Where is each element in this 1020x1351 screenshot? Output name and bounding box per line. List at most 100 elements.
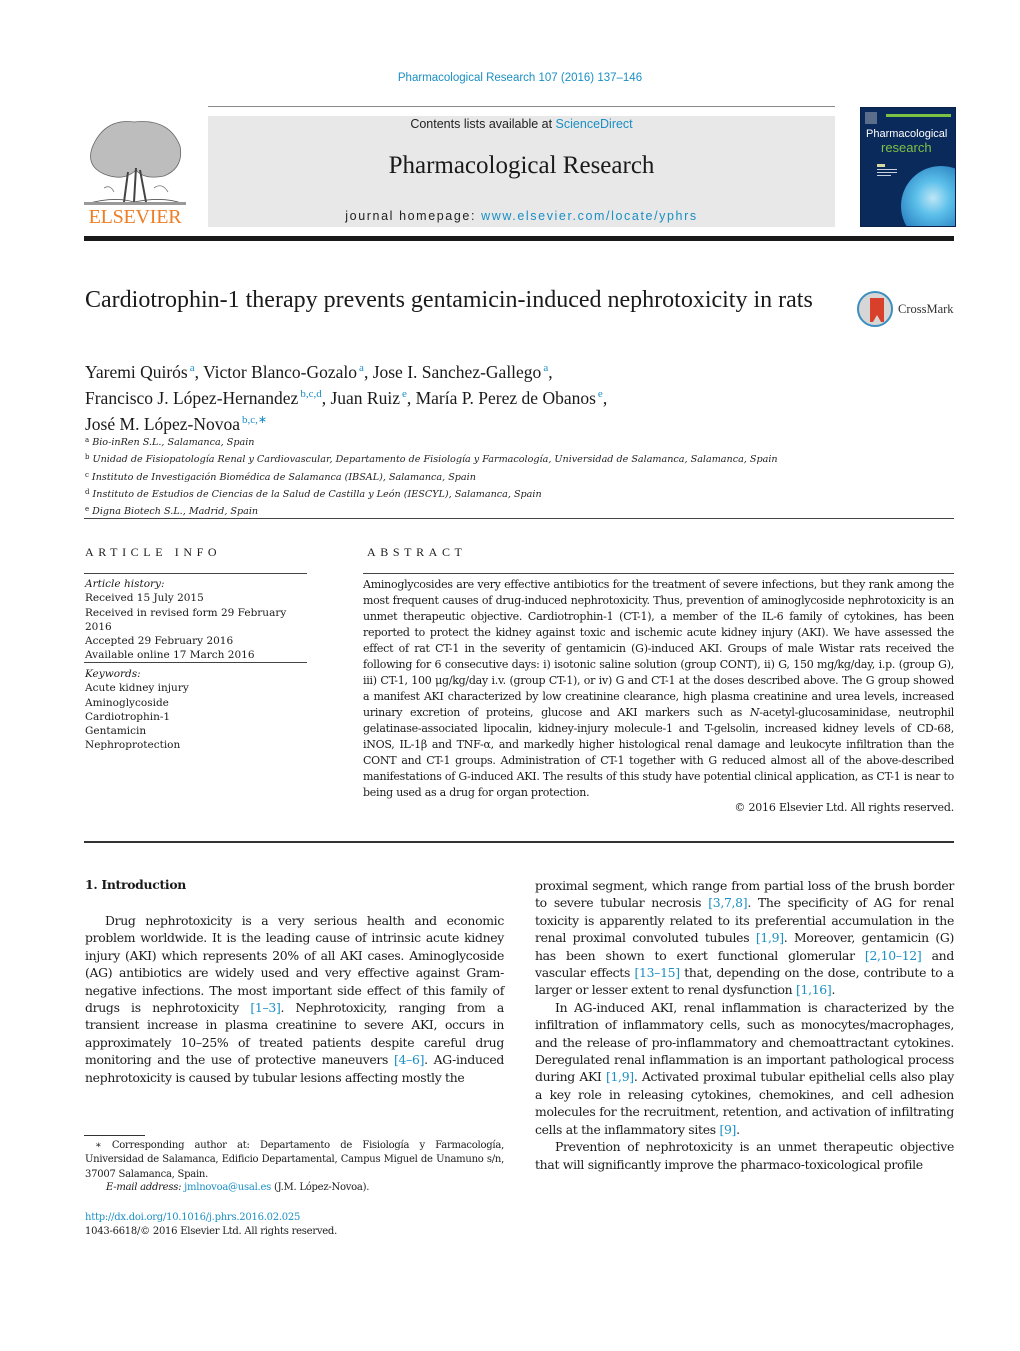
author-affiliation-marker[interactable]: b,c,∗ [242, 414, 267, 426]
author-separator: , [548, 362, 553, 382]
affiliation-item: d Instituto de Estudios de Ciencias de la… [85, 485, 955, 502]
author[interactable]: María P. Perez de Obanos e [416, 388, 603, 408]
author[interactable]: Jose I. Sanchez-Gallego a [373, 362, 549, 382]
crossmark-ribbon-notch [873, 315, 881, 322]
affiliation-text: Instituto de Investigación Biomédica de … [91, 471, 476, 483]
author[interactable]: Victor Blanco-Gozalo a [203, 362, 364, 382]
elsevier-logo-text: ELSEVIER [88, 206, 182, 228]
author-name: Francisco J. López-Hernandez [85, 388, 299, 408]
body-column-right: proximal segment, which range from parti… [535, 877, 954, 1173]
issn-copyright: 1043-6618/© 2016 Elsevier Ltd. All right… [85, 1226, 338, 1237]
keywords-divider [84, 662, 307, 663]
header-top-rule [208, 106, 835, 107]
history-revised: Received in revised form 29 February 201… [85, 606, 287, 633]
email-label: E-mail address: [106, 1182, 185, 1193]
paragraph-text: . [736, 1121, 740, 1137]
history-received: Received 15 July 2015 [85, 592, 204, 605]
affiliation-item: b Unidad de Fisiopatología Renal y Cardio… [85, 450, 955, 467]
header-bottom-rule [84, 236, 954, 241]
citation-ref-link[interactable]: [1,9] [756, 930, 784, 945]
paragraph: Prevention of nephrotoxicity is an unmet… [535, 1138, 954, 1173]
keyword-item: Acute kidney injury [85, 682, 189, 695]
keyword-item: Gentamicin [85, 725, 147, 738]
journal-homepage-link[interactable]: www.elsevier.com/locate/yphrs [481, 209, 698, 223]
affiliation-text: Bio-inRen S.L., Salamanca, Spain [92, 437, 255, 448]
citation-ref-link[interactable]: [13–15] [634, 965, 680, 980]
homepage-label: journal homepage: [345, 209, 482, 223]
paragraph: proximal segment, which range from parti… [535, 877, 954, 999]
affiliation-key: a [85, 436, 90, 444]
keyword-item: Nephroprotection [85, 739, 181, 752]
citation-ref-link[interactable]: [1,16] [796, 982, 832, 997]
crossmark-icon [857, 291, 893, 327]
author-name: María P. Perez de Obanos [415, 388, 596, 408]
cover-society-logo-icon [877, 164, 897, 176]
article-history-label: Article history: [85, 578, 165, 590]
affiliation-key: d [85, 487, 90, 496]
paragraph-text: Prevention of nephrotoxicity is an unmet… [535, 1139, 954, 1172]
author[interactable]: Yaremi Quirós a [85, 362, 195, 382]
author-separator: , [363, 362, 373, 382]
crossmark-label: CrossMark [898, 302, 954, 316]
citation-ref-link[interactable]: [3,7,8] [708, 895, 747, 910]
paragraph: Drug nephrotoxicity is a very serious he… [85, 912, 504, 1086]
affiliation-item: e Digna Biotech S.L., Madrid, Spain [85, 502, 955, 519]
citation-ref-link[interactable]: [1–3] [250, 1000, 280, 1015]
citation-ref-link[interactable]: [1,9] [606, 1069, 634, 1084]
crossmark-button[interactable]: CrossMark [857, 291, 957, 329]
paragraph: In AG-induced AKI, renal inflammation is… [535, 999, 954, 1138]
author-separator: , [602, 388, 608, 408]
citation-ref-link[interactable]: [9] [719, 1122, 736, 1137]
author-affiliation-marker[interactable]: b,c,d [300, 388, 321, 400]
affiliations-divider [84, 518, 954, 519]
abstract-text: Aminoglycosides are very effective antib… [363, 577, 954, 801]
sciencedirect-link[interactable]: ScienceDirect [556, 117, 633, 131]
body-divider [84, 841, 954, 843]
author-separator: , [194, 362, 204, 382]
journal-title: Pharmacological Research [388, 152, 655, 179]
history-online: Available online 17 March 2016 [85, 649, 255, 662]
abstract-heading: ABSTRACT [367, 545, 467, 559]
cover-title-line2: research [881, 140, 932, 155]
email-suffix: (J.M. López-Novoa). [271, 1182, 370, 1193]
paragraph-text: . [831, 982, 836, 998]
affiliation-item: c Instituto de Investigación Biomédica de… [85, 468, 955, 485]
affiliation-key: c [85, 470, 89, 479]
journal-homepage-line: journal homepage: www.elsevier.com/locat… [208, 209, 835, 223]
article-title: Cardiotrophin-1 therapy prevents gentami… [85, 287, 813, 313]
author-list: Yaremi Quirós a, Victor Blanco-Gozalo a, J… [85, 357, 845, 435]
journal-cover-image[interactable]: Pharmacological research [860, 107, 956, 227]
author[interactable]: José M. López-Novoa b,c,∗ [85, 414, 267, 434]
cover-elsevier-badge-icon [865, 112, 877, 124]
keywords-label: Keywords: [85, 668, 141, 680]
contents-label: Contents lists available at [410, 117, 556, 131]
corresponding-author-footnote: ∗ Corresponding author at: Departamento … [85, 1140, 504, 1180]
cover-globe-graphic [901, 166, 955, 226]
email-link[interactable]: jmlnovoa@usal.es [184, 1182, 271, 1193]
abstract-text-part: Aminoglycosides are very effective antib… [363, 578, 954, 719]
article-history: Article history: Received 15 July 2015 R… [85, 577, 315, 663]
citation-ref-link[interactable]: [4–6] [394, 1052, 424, 1067]
keyword-item: Aminoglycoside [85, 696, 169, 709]
author-name: Juan Ruiz [330, 388, 400, 408]
affiliation-item: a Bio-inRen S.L., Salamanca, Spain [85, 433, 955, 450]
email-footnote: E-mail address: jmlnovoa@usal.es (J.M. L… [106, 1182, 369, 1193]
author[interactable]: Juan Ruiz e [330, 388, 406, 408]
keywords-list: Keywords: Acute kidney injury Aminoglyco… [85, 667, 315, 753]
affiliation-text: Instituto de Estudios de Ciencias de la … [92, 488, 542, 500]
citation-ref-link[interactable]: [2,10–12] [865, 948, 922, 963]
affiliation-text: Unidad de Fisiopatología Renal y Cardiov… [92, 454, 778, 466]
section-heading-introduction: 1. Introduction [85, 877, 186, 892]
affiliation-text: Digna Biotech S.L., Madrid, Spain [92, 506, 259, 518]
author-name: Jose I. Sanchez-Gallego [372, 362, 542, 382]
journal-citation-link[interactable]: Pharmacological Research 107 (2016) 137–… [0, 72, 1020, 84]
author[interactable]: Francisco J. López-Hernandez b,c,d [85, 388, 322, 408]
author-separator: , [406, 388, 416, 408]
abstract-copyright: © 2016 Elsevier Ltd. All rights reserved… [734, 801, 954, 814]
abstract-text-part: -acetyl-glucosaminidase, neutrophil gela… [363, 706, 955, 799]
affiliation-key: b [85, 453, 90, 462]
doi-link[interactable]: http://dx.doi.org/10.1016/j.phrs.2016.02… [85, 1212, 300, 1223]
abstract-divider [363, 573, 954, 574]
body-column-left: Drug nephrotoxicity is a very serious he… [85, 912, 504, 1086]
author-name: José M. López-Novoa [85, 414, 241, 434]
